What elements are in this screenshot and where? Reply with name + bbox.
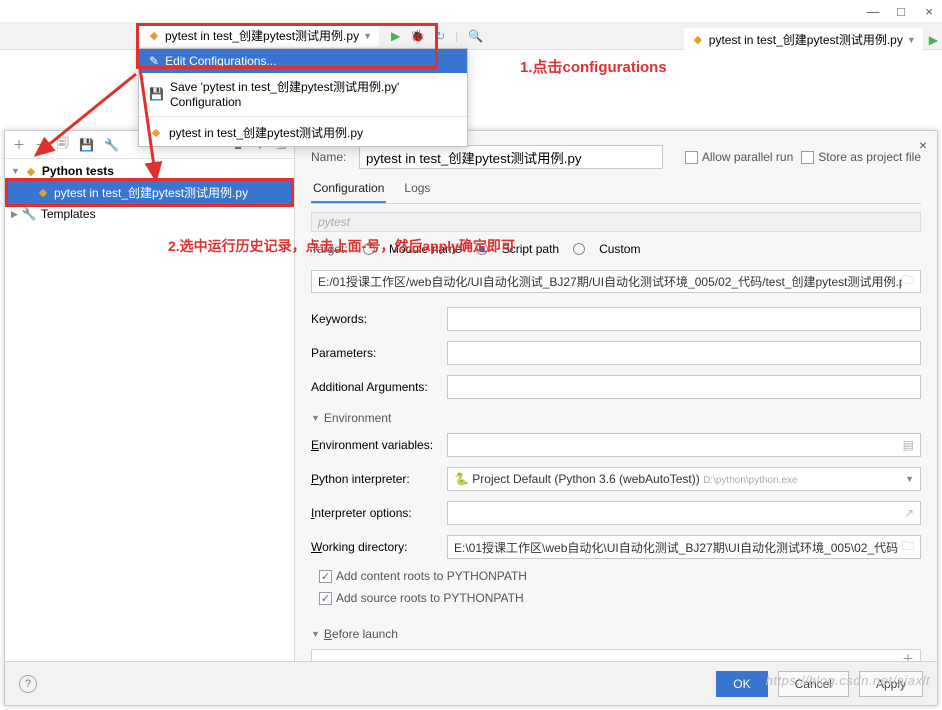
expand-icon[interactable]: ↗ (904, 506, 914, 520)
edit-icon: ✎ (149, 54, 159, 68)
run-config-dropdown: ✎ Edit Configurations... 💾 Save 'pytest … (138, 48, 468, 147)
parameters-input[interactable] (447, 341, 921, 365)
tree-templates-label: Templates (41, 207, 96, 221)
browse-icon[interactable]: 🗀 (902, 537, 914, 558)
checkbox-icon (685, 151, 698, 164)
run-config-label-2: pytest in test_创建pytest测试用例.py (709, 31, 903, 48)
store-as-project-checkbox[interactable]: Store as project file (801, 150, 921, 164)
config-tree-pane: ＋ － 🗐 💾 🔧 ▲ ▼ ⇲ ▼ ◆ Python tests ◆ (5, 131, 295, 661)
dialog-close-button[interactable]: × (919, 137, 927, 153)
chevron-down-icon: ▼ (905, 474, 914, 484)
tab-logs[interactable]: Logs (402, 177, 432, 203)
tree-item-selected[interactable]: ◆ pytest in test_创建pytest测试用例.py (8, 181, 291, 204)
envvars-label: EEnvironment variables:nvironment variab… (311, 438, 439, 452)
add-task-button[interactable]: ＋ (902, 650, 914, 661)
add-content-roots-checkbox[interactable]: ✓ Add content roots to PYTHONPATH (319, 569, 921, 583)
list-icon[interactable]: ▤ (903, 438, 914, 452)
wrench-icon[interactable]: 🔧 (104, 138, 119, 152)
target-custom-radio[interactable] (573, 243, 585, 255)
allow-parallel-checkbox[interactable]: Allow parallel run (685, 150, 793, 164)
intopts-label: Interpreter options: (311, 506, 439, 520)
run-debug-configurations-dialog: × ＋ － 🗐 💾 🔧 ▲ ▼ ⇲ ▼ ◆ Python tests (4, 130, 938, 706)
environment-section[interactable]: ▼ Environment (311, 411, 921, 425)
run-icon[interactable]: ▶ (391, 29, 400, 43)
pytest-icon: ◆ (691, 33, 705, 47)
run-config-history-item[interactable]: ◆ pytest in test_创建pytest测试用例.py (139, 119, 467, 146)
tree-root-label: Python tests (42, 164, 114, 178)
keywords-label: Keywords: (311, 312, 439, 326)
window-titlebar: — □ × (0, 0, 942, 22)
save-configuration-item[interactable]: 💾 Save 'pytest in test_创建pytest测试用例.py' … (139, 73, 467, 114)
save-icon: 💾 (149, 87, 164, 101)
edit-configurations-item[interactable]: ✎ Edit Configurations... (139, 49, 467, 73)
watermark: https://blog.csdn.net/ajaxlt (766, 673, 930, 688)
addargs-label: Additional Arguments: (311, 380, 439, 394)
secondary-run-bar: ◆ pytest in test_创建pytest测试用例.py ▼ ▶ (684, 28, 938, 51)
debug-icon[interactable]: 🐞 (410, 29, 425, 43)
form-tabs: Configuration Logs (311, 177, 921, 204)
interpreter-label: Python interpreter: (311, 472, 439, 486)
intopts-input[interactable]: ↗ (447, 501, 921, 525)
expand-icon: ▶ (11, 209, 18, 220)
pytest-target-field: pytest (311, 212, 921, 232)
chevron-down-icon: ▼ (311, 629, 320, 639)
tree-item-label: pytest in test_创建pytest测试用例.py (54, 184, 248, 201)
add-source-roots-checkbox[interactable]: ✓ Add source roots to PYTHONPATH (319, 591, 921, 605)
envvars-input[interactable]: ▤ (447, 433, 921, 457)
chevron-down-icon: ▼ (907, 35, 916, 45)
interpreter-select[interactable]: 🐍 Project Default (Python 3.6 (webAutoTe… (447, 467, 921, 491)
history-item-label: pytest in test_创建pytest测试用例.py (169, 124, 363, 141)
expand-icon: ▼ (11, 166, 20, 176)
config-form-pane: Name: Allow parallel run Store as projec… (295, 131, 937, 661)
checkbox-icon: ✓ (319, 570, 332, 583)
checkbox-icon: ✓ (319, 592, 332, 605)
run-config-selector[interactable]: ◆ pytest in test_创建pytest测试用例.py ▼ (140, 24, 379, 47)
workdir-input[interactable]: E:\01授课工作区\web自动化\UI自动化测试_BJ27期\UI自动化测试环… (447, 535, 921, 559)
parameters-label: Parameters: (311, 346, 439, 360)
close-button[interactable]: × (922, 4, 936, 18)
name-label: Name: (311, 150, 359, 164)
chevron-down-icon: ▼ (363, 31, 372, 41)
run-icon-2[interactable]: ▶ (929, 33, 938, 47)
run-config-selector-2[interactable]: ◆ pytest in test_创建pytest测试用例.py ▼ (684, 28, 923, 51)
run-config-label: pytest in test_创建pytest测试用例.py (165, 27, 359, 44)
edit-configurations-label: Edit Configurations... (165, 54, 276, 68)
addargs-input[interactable] (447, 375, 921, 399)
pytest-icon: ◆ (36, 186, 50, 200)
save-configuration-label: Save 'pytest in test_创建pytest测试用例.py' Co… (170, 78, 457, 109)
before-launch-section[interactable]: ▼ Before launch (311, 627, 921, 641)
script-path-input[interactable]: E:/01授课工作区/web自动化/UI自动化测试_BJ27期/UI自动化测试环… (311, 270, 921, 293)
keywords-input[interactable] (447, 307, 921, 331)
tab-configuration[interactable]: Configuration (311, 177, 386, 203)
pytest-icon: ◆ (149, 126, 163, 140)
chevron-down-icon: ▼ (311, 413, 320, 423)
remove-config-button[interactable]: － (35, 136, 47, 153)
annotation-text-2: 2.选中运行历史记录，点击上面-号，然后apply确定即可 (168, 236, 515, 256)
wrench-icon: 🔧 (22, 207, 37, 221)
copy-config-button[interactable]: 🗐 (57, 134, 69, 155)
help-button[interactable]: ? (19, 675, 37, 693)
save-icon[interactable]: 💾 (79, 138, 94, 152)
annotation-text-1: 1.点击configurations (520, 56, 667, 77)
search-icon[interactable]: 🔍 (468, 29, 483, 43)
browse-icon[interactable]: 🗀 (902, 271, 914, 292)
ok-button[interactable]: OK (716, 671, 767, 697)
checkbox-icon (801, 151, 814, 164)
pytest-icon: ◆ (147, 29, 161, 43)
maximize-button[interactable]: □ (894, 4, 908, 18)
pytest-icon: ◆ (24, 164, 38, 178)
minimize-button[interactable]: — (866, 4, 880, 18)
before-launch-list: ＋ (311, 649, 921, 661)
config-name-input[interactable] (359, 145, 663, 169)
workdir-label: Working directory: (311, 540, 439, 554)
coverage-icon[interactable]: ↻ (435, 29, 445, 43)
add-config-button[interactable]: ＋ (13, 136, 25, 153)
tree-node-templates[interactable]: ▶ 🔧 Templates (5, 204, 294, 224)
config-tree: ▼ ◆ Python tests ◆ pytest in test_创建pyte… (5, 159, 294, 661)
